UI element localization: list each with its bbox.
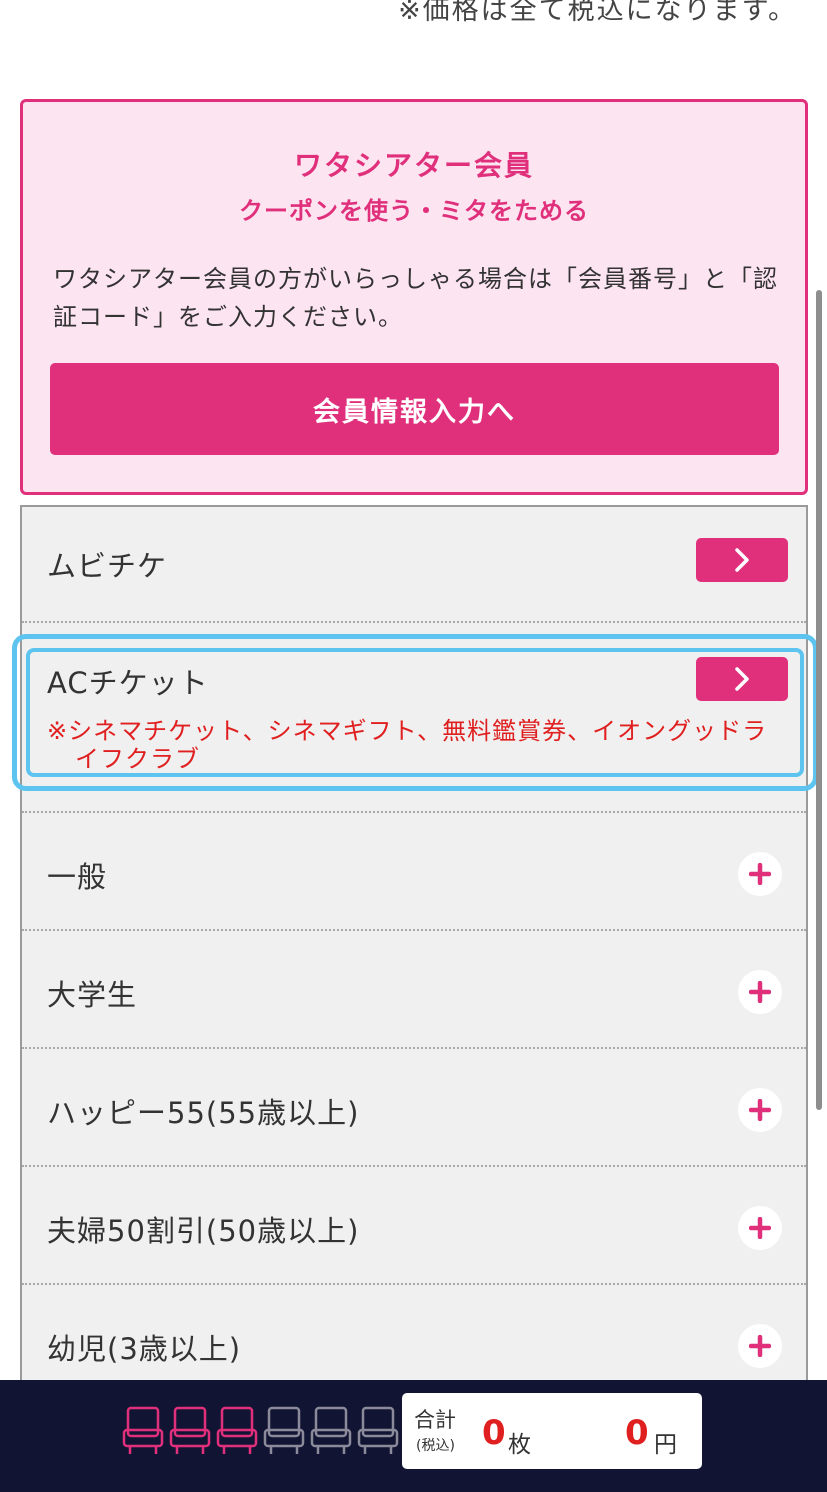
couple50-plus-button[interactable]: [738, 1206, 782, 1250]
ticket-row-mubichike[interactable]: ムビチケ: [22, 507, 806, 623]
ticket-row-general[interactable]: 一般: [22, 813, 806, 931]
total-label: 合計: [414, 1408, 456, 1432]
price-unit: 円: [654, 1432, 677, 1458]
infant-plus-button[interactable]: [738, 1324, 782, 1368]
seat-icon: [122, 1406, 164, 1456]
member-title: ワタシアター会員: [293, 149, 534, 182]
member-info-button[interactable]: 会員情報入力へ: [50, 363, 779, 455]
member-subtitle: クーポンを使う・ミタをためる: [239, 197, 589, 225]
mubichike-arrow-button[interactable]: [696, 538, 788, 582]
ticket-label: 大学生: [47, 978, 138, 1012]
ticket-count: 0: [482, 1413, 506, 1453]
total-summary: 合計 (税込) 0 枚 0 円: [402, 1393, 702, 1469]
plus-icon: [749, 981, 771, 1003]
member-description: ワタシアター会員の方がいらっしゃる場合は「会員番号」と「認証コード」をご入力くだ…: [53, 265, 778, 331]
plus-icon: [749, 863, 771, 885]
chevron-right-icon: [735, 548, 749, 572]
seat-icon: [216, 1406, 258, 1456]
ticket-label: 幼児(3歳以上): [47, 1332, 242, 1366]
ticket-row-university[interactable]: 大学生: [22, 931, 806, 1049]
tax-label: (税込): [416, 1438, 455, 1454]
plus-icon: [749, 1099, 771, 1121]
university-plus-button[interactable]: [738, 970, 782, 1014]
plus-icon: [749, 1217, 771, 1239]
ac-ticket-highlight: [12, 634, 818, 791]
seat-icon: [310, 1406, 352, 1456]
ticket-label: ムビチケ: [47, 549, 168, 583]
tax-note: ※価格は全て税込になります。: [398, 0, 797, 26]
plus-icon: [749, 1335, 771, 1357]
ticket-selection-page: ※価格は全て税込になります。 ワタシアター会員 クーポンを使う・ミタをためる ワ…: [0, 0, 827, 1492]
member-panel: ワタシアター会員 クーポンを使う・ミタをためる ワタシアター会員の方がいらっしゃ…: [20, 99, 808, 495]
ticket-row-happy55[interactable]: ハッピー55(55歳以上): [22, 1049, 806, 1167]
total-price: 0: [625, 1413, 649, 1453]
ticket-label: 夫婦50割引(50歳以上): [47, 1214, 360, 1248]
ticket-count-unit: 枚: [508, 1432, 531, 1458]
ticket-row-couple50[interactable]: 夫婦50割引(50歳以上): [22, 1167, 806, 1285]
seat-icon: [169, 1406, 211, 1456]
ticket-label: 一般: [47, 860, 108, 894]
general-plus-button[interactable]: [738, 852, 782, 896]
happy55-plus-button[interactable]: [738, 1088, 782, 1132]
ticket-label: ハッピー55(55歳以上): [47, 1096, 360, 1130]
seat-icon: [357, 1406, 399, 1456]
scrollbar[interactable]: [816, 290, 822, 1110]
seat-icon: [263, 1406, 305, 1456]
footer-summary-bar: 合計 (税込) 0 枚 0 円: [0, 1380, 827, 1492]
